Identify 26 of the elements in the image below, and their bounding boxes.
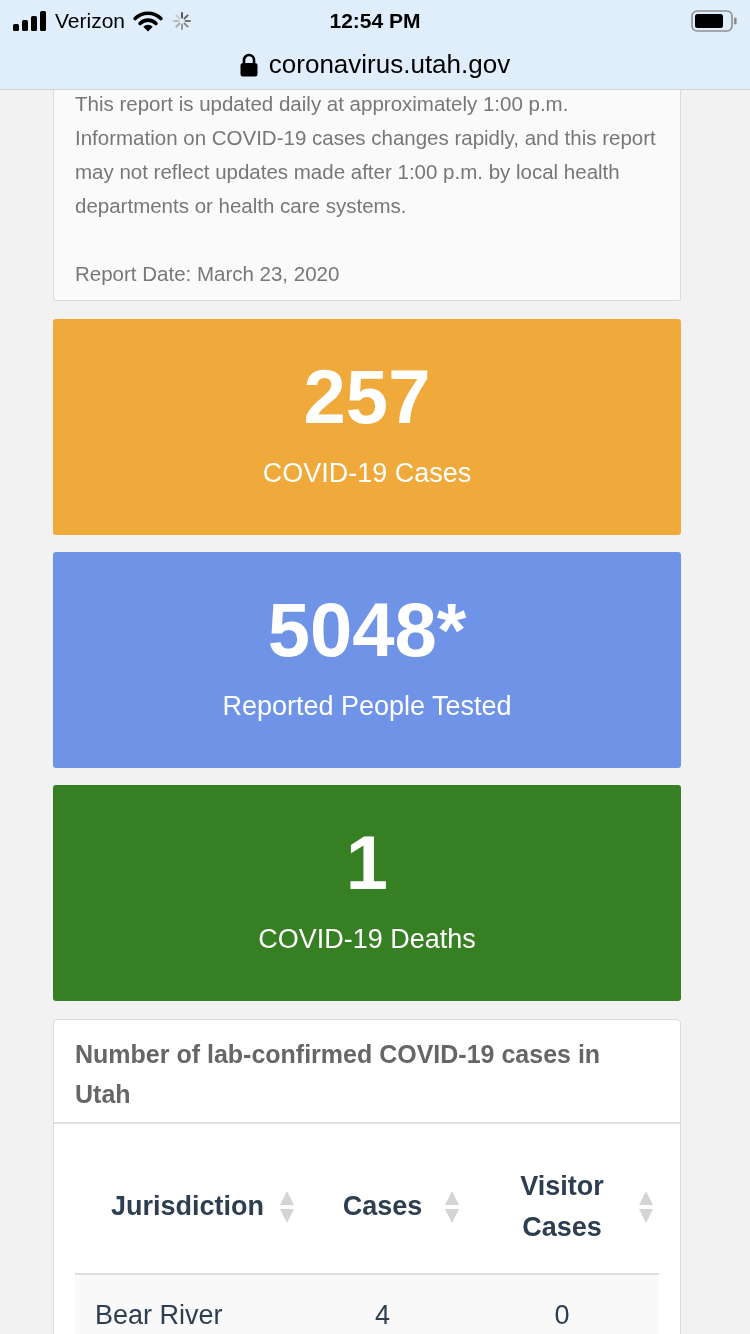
notice-text: This report is updated daily at approximately 1:00 p.m. Information on COVID-19 cases changes rapidly, and this report may not reflect updates made after 1:00 p.m. by local health departments or health care systems. [75, 91, 657, 219]
stat-label: COVID-19 Deaths [258, 923, 476, 956]
table-cell-text: Bear River [94, 1298, 224, 1332]
table-title: Number of lab-confirmed COVID-19 cases in Utah [75, 1039, 602, 1110]
report-date: Report Date: March 23, 2020 [75, 261, 341, 287]
column-header[interactable]: Visitor Cases [485, 1165, 639, 1248]
loading-spinner-icon [172, 11, 193, 31]
url-text[interactable]: coronavirus.utah.gov [268, 45, 511, 84]
column-header[interactable]: Jurisdiction [95, 1186, 280, 1227]
sort-icon[interactable] [639, 1189, 653, 1224]
stat-label: Reported People Tested [222, 690, 512, 723]
carrier-name: Verizon [55, 8, 126, 35]
table-cell-text: 0 [553, 1298, 571, 1332]
stat-label: COVID-19 Cases [262, 457, 472, 490]
battery-icon [691, 10, 737, 32]
clock-time: 12:54 PM [329, 8, 421, 35]
lock-icon [239, 52, 258, 77]
sort-icon[interactable] [280, 1189, 294, 1224]
sort-icon[interactable] [445, 1189, 459, 1224]
stat-value: 257 [303, 357, 431, 437]
stat-value: 1 [345, 823, 389, 903]
table-cell-text: 4 [374, 1298, 391, 1332]
column-header[interactable]: Cases [320, 1186, 445, 1227]
signal-icon [13, 11, 47, 31]
stat-value: 5048* [267, 590, 467, 670]
wifi-icon [133, 10, 164, 32]
